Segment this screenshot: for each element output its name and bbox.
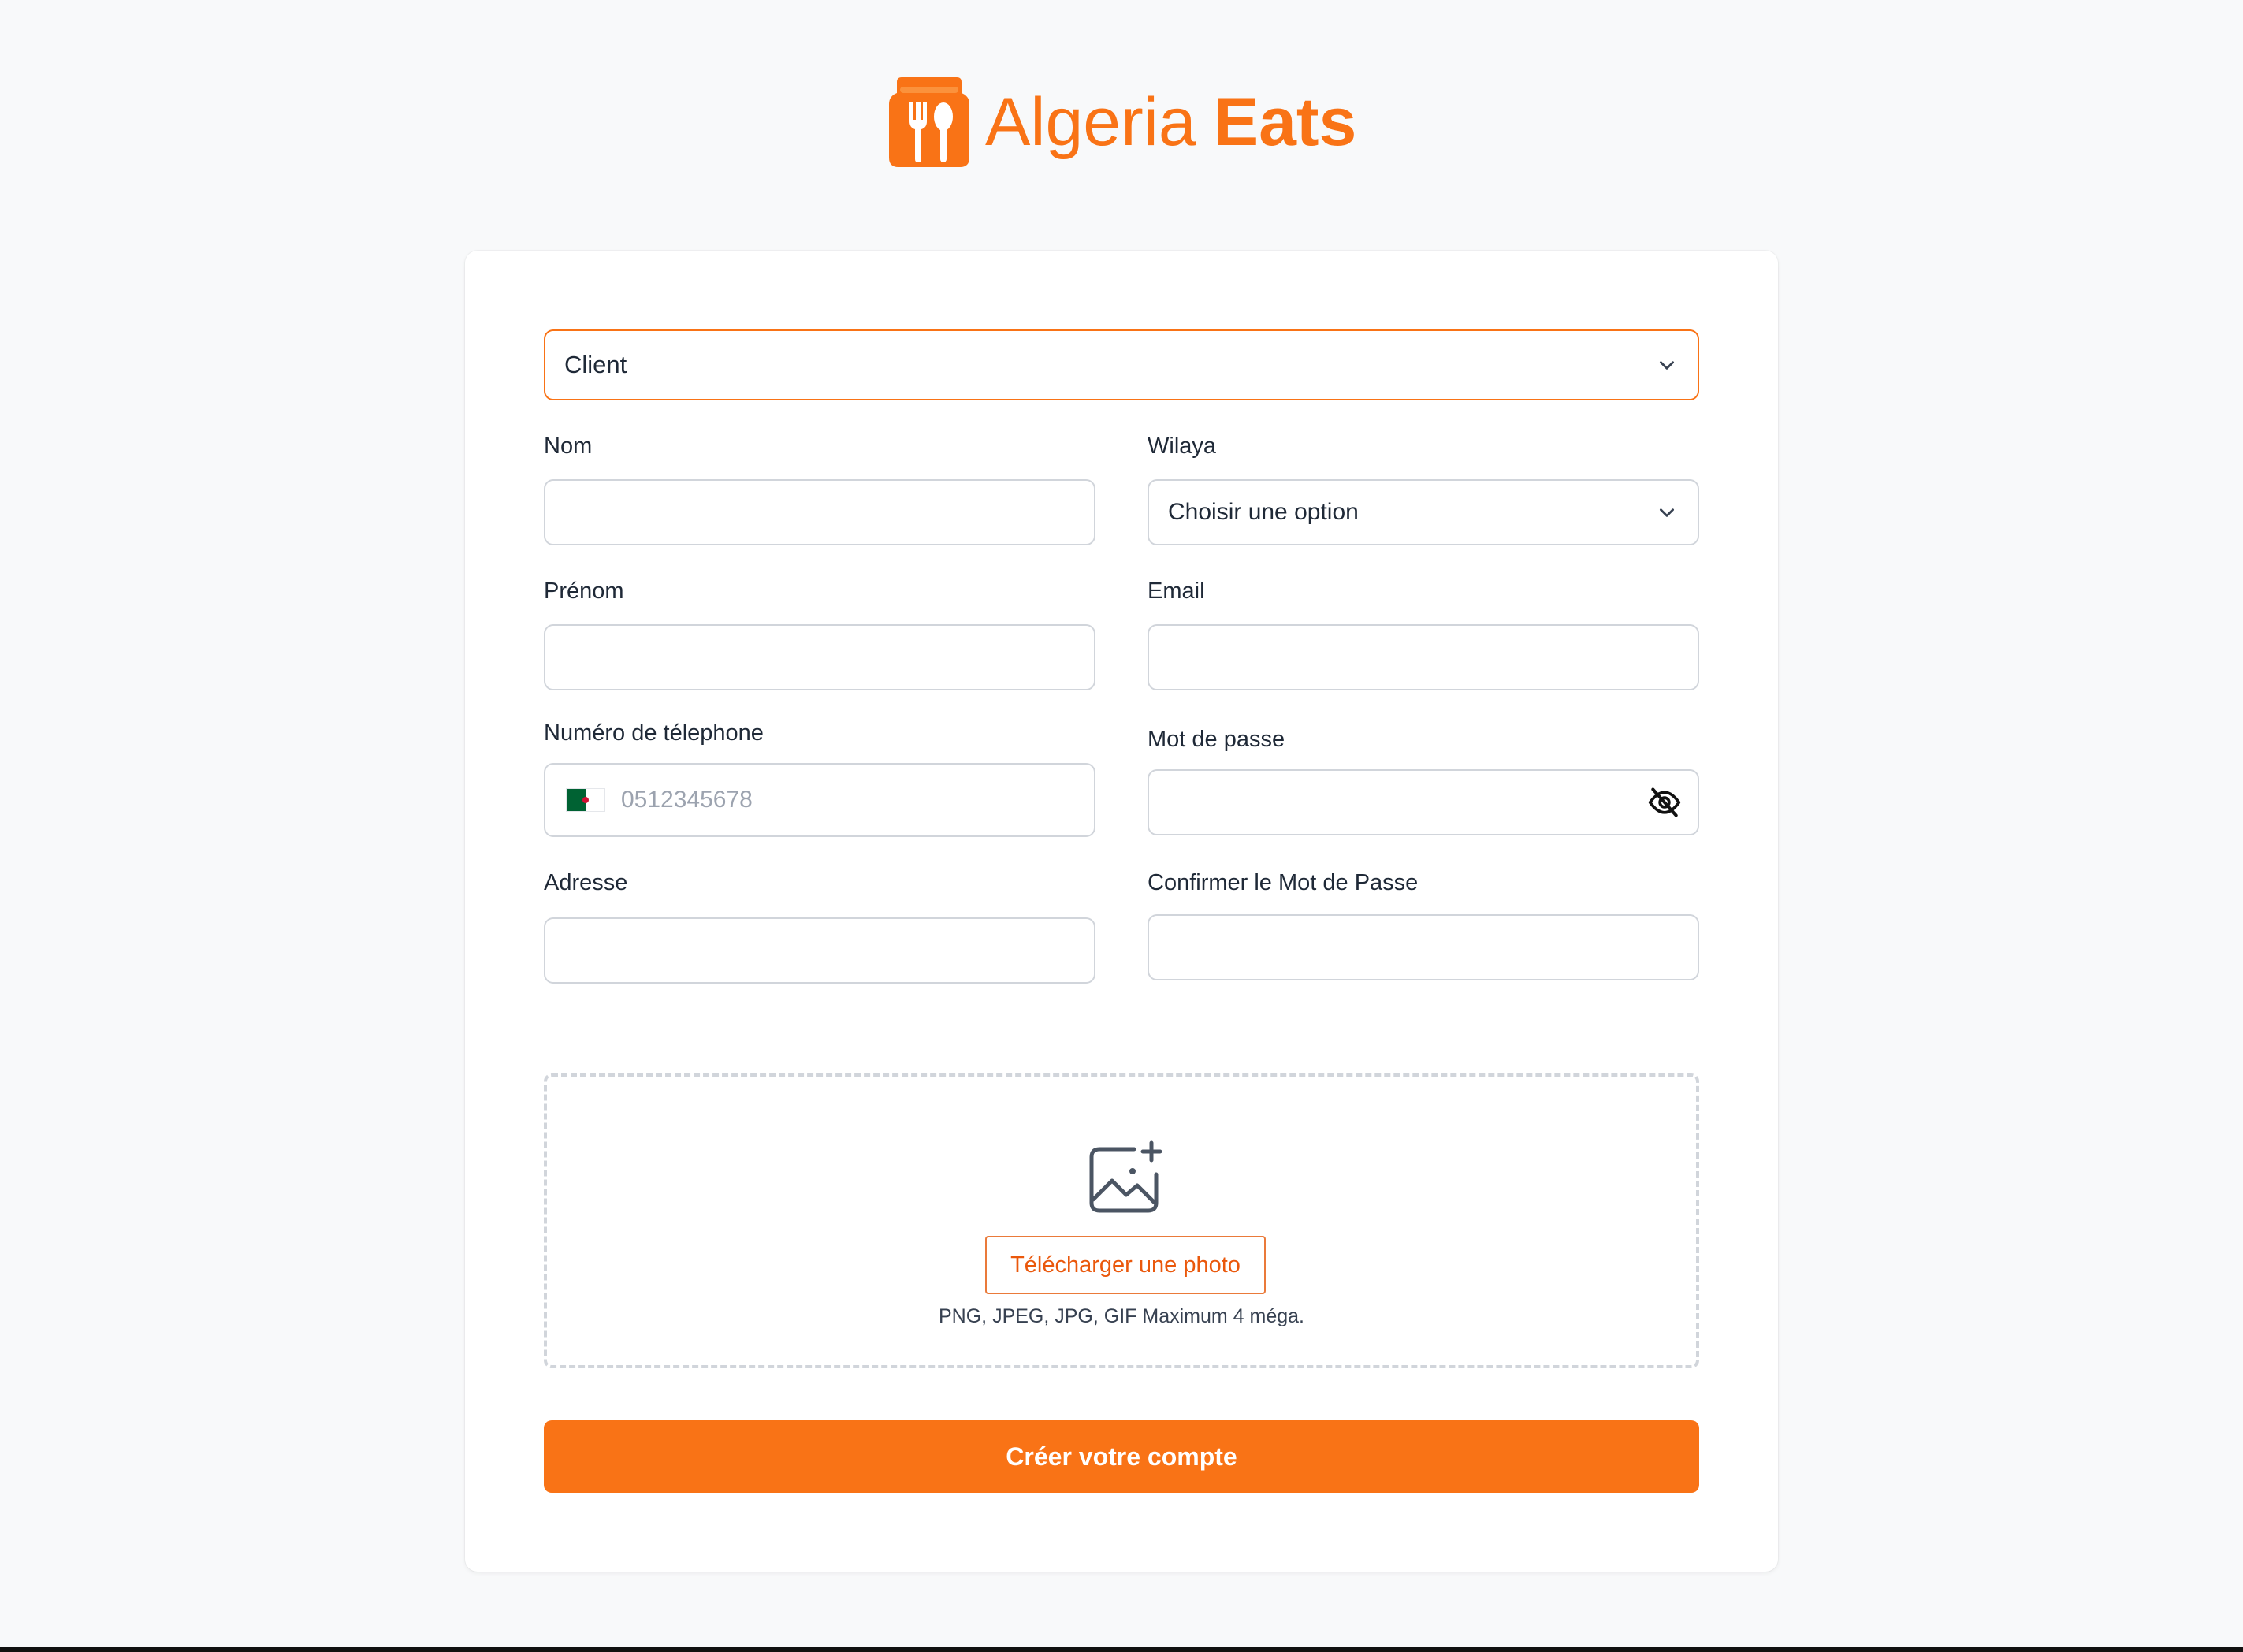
upload-hint: PNG, JPEG, JPG, GIF Maximum 4 méga. (939, 1305, 1304, 1327)
nom-input[interactable] (544, 479, 1095, 545)
prenom-label: Prénom (544, 579, 624, 604)
role-select-value: Client (564, 351, 627, 378)
wilaya-label: Wilaya (1148, 433, 1217, 459)
chevron-down-icon (1660, 361, 1674, 370)
signup-page: Algeria Eats Client Nom Wilaya Choisir un… (0, 0, 2243, 1652)
adresse-input[interactable] (544, 917, 1095, 984)
signup-card: Client Nom Wilaya Choisir une option Pré… (465, 251, 1778, 1572)
chevron-down-icon (1660, 508, 1674, 517)
fork-spoon-bag-icon (889, 77, 969, 167)
phone-input[interactable]: 0512345678 (544, 763, 1095, 837)
brand-name: Algeria Eats (985, 88, 1356, 156)
brand-logo[interactable]: Algeria Eats (886, 74, 1356, 170)
create-account-button[interactable]: Créer votre compte (544, 1420, 1699, 1493)
brand-name-bold: Eats (1213, 84, 1357, 160)
wilaya-select-value: Choisir une option (1168, 499, 1359, 525)
email-label: Email (1148, 579, 1205, 604)
image-add-icon (1089, 1140, 1162, 1213)
confirm-password-label: Confirmer le Mot de Passe (1148, 870, 1419, 895)
nom-label: Nom (544, 433, 593, 459)
password-label: Mot de passe (1148, 727, 1285, 752)
photo-upload-dropzone[interactable]: Télécharger une photo PNG, JPEG, JPG, GI… (544, 1073, 1699, 1368)
email-input[interactable] (1148, 624, 1699, 690)
brand-name-light: Algeria (985, 84, 1196, 160)
bottom-edge (0, 1647, 2243, 1652)
prenom-input[interactable] (544, 624, 1095, 690)
upload-photo-button[interactable]: Télécharger une photo (985, 1236, 1266, 1294)
eye-off-icon[interactable] (1647, 785, 1682, 820)
adresse-label: Adresse (544, 870, 628, 895)
algeria-flag-icon[interactable] (566, 788, 605, 812)
phone-placeholder: 0512345678 (621, 787, 753, 813)
phone-label: Numéro de télephone (544, 720, 764, 746)
wilaya-select[interactable]: Choisir une option (1148, 479, 1699, 545)
role-select[interactable]: Client (544, 329, 1699, 400)
confirm-password-input[interactable] (1148, 914, 1699, 980)
password-input[interactable] (1148, 769, 1699, 835)
